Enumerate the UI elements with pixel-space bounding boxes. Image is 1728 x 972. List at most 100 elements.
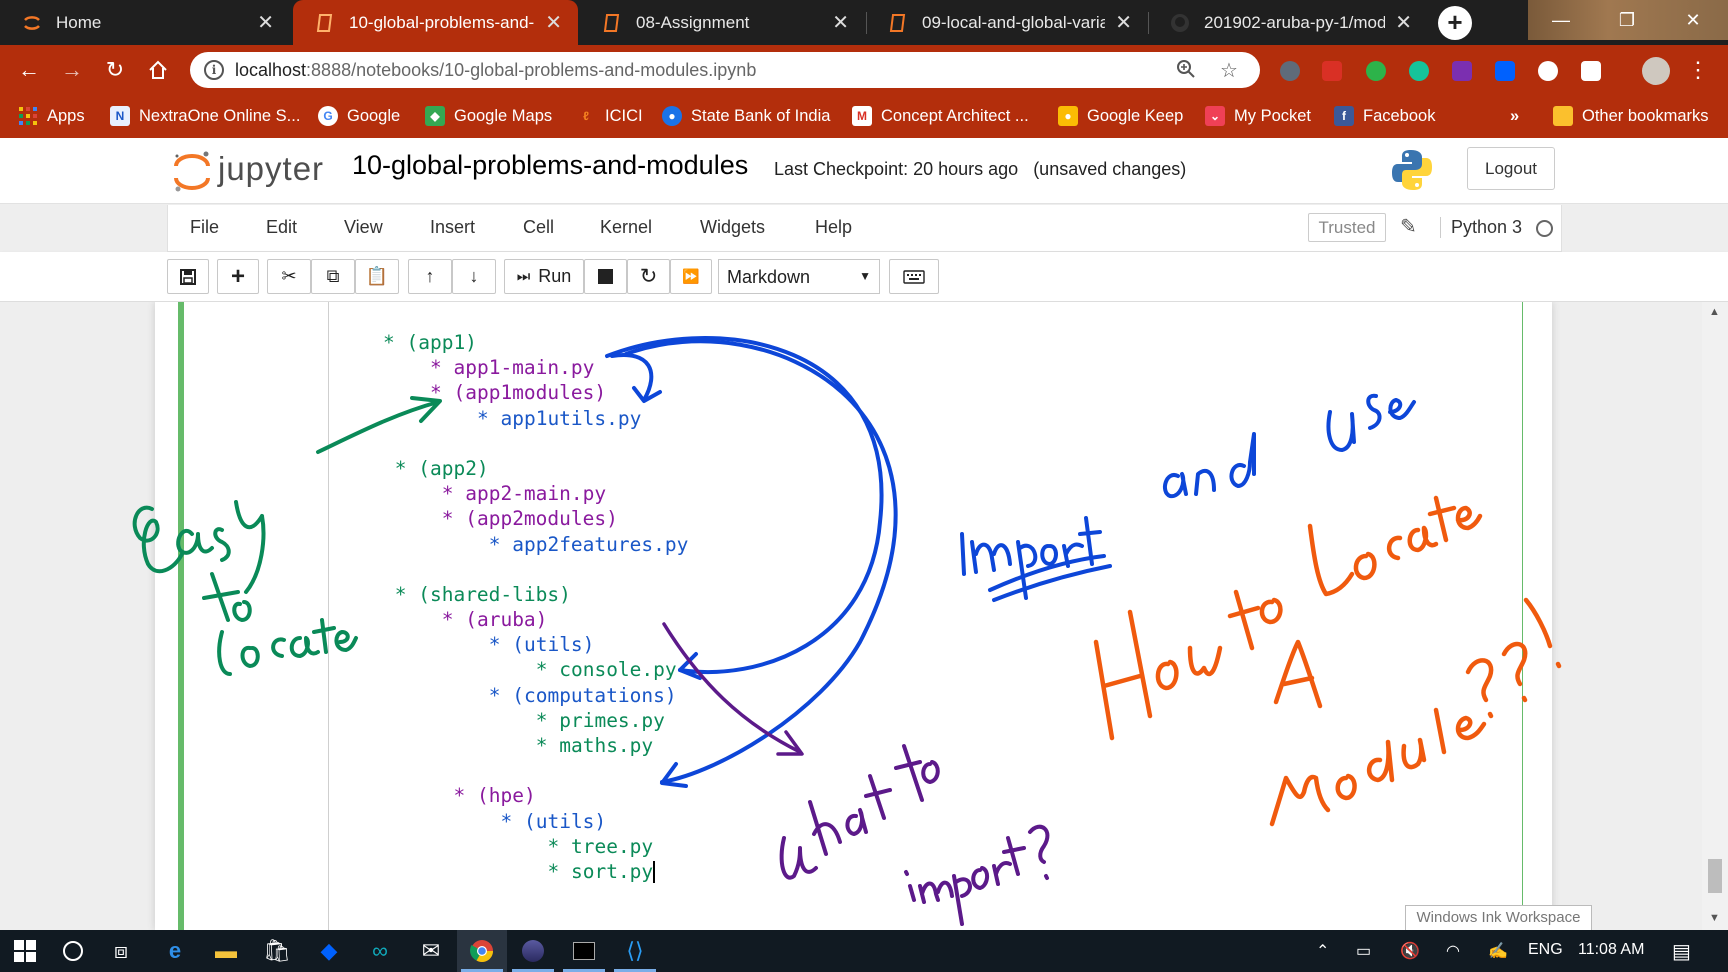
bookmark-facebook[interactable]: f Facebook [1334, 103, 1435, 129]
wifi-icon[interactable]: ◠ [1446, 941, 1460, 961]
notebook-name[interactable]: 10-global-problems-and-modules [352, 150, 748, 181]
url-text[interactable]: localhost:8888/notebooks/10-global-probl… [235, 60, 756, 81]
bookmark-icici[interactable]: ℓ ICICI [576, 103, 643, 129]
clock[interactable]: 11:08 AM [1578, 941, 1644, 959]
store-icon[interactable]: 🛍 [252, 930, 302, 972]
menu-edit[interactable]: Edit [266, 217, 297, 238]
tab-local-global[interactable]: 09-local-and-global-variables ✕ [866, 0, 1148, 45]
terminal-icon[interactable] [559, 930, 609, 972]
restart-run-all-button[interactable]: ⏩ [670, 259, 712, 294]
menu-help[interactable]: Help [815, 217, 852, 238]
scroll-down-icon[interactable]: ▼ [1709, 912, 1720, 924]
menu-view[interactable]: View [344, 217, 383, 238]
language-indicator[interactable]: ENG [1528, 941, 1563, 959]
window-controls: — ❐ ✕ [1528, 0, 1728, 40]
cut-button[interactable]: ✂ [267, 259, 311, 294]
grammarly-extension-icon[interactable] [1409, 61, 1429, 81]
new-tab-button[interactable]: + [1438, 6, 1472, 40]
move-down-button[interactable]: ↓ [452, 259, 496, 294]
restart-button[interactable]: ↻ [627, 259, 670, 294]
markdown-cell-editor[interactable]: * (app1) * app1-main.py * (app1modules) * a… [383, 330, 688, 884]
vertical-scrollbar[interactable]: ▲ ▼ [1702, 302, 1728, 930]
minimize-icon[interactable]: — [1528, 0, 1594, 40]
site-info-icon[interactable]: i [204, 60, 224, 80]
battery-icon[interactable]: ▭ [1356, 941, 1371, 961]
pencil-icon[interactable]: ✎ [1400, 214, 1417, 239]
command-palette-button[interactable] [889, 259, 939, 294]
pocket-extension-icon[interactable] [1581, 61, 1601, 81]
menu-cell[interactable]: Cell [523, 217, 554, 238]
chrome-menu-icon[interactable]: ⋮ [1683, 55, 1713, 85]
edge-icon[interactable]: e [150, 930, 200, 972]
bookmark-my-pocket[interactable]: ⌄ My Pocket [1205, 103, 1311, 129]
evernote-extension-icon[interactable] [1366, 61, 1386, 81]
gmail-extension-icon[interactable] [1322, 61, 1342, 81]
menu-file[interactable]: File [190, 217, 219, 238]
mail-icon[interactable]: ✉ [406, 930, 456, 972]
tray-overflow-icon[interactable]: ⌃ [1316, 941, 1329, 961]
move-up-button[interactable]: ↑ [408, 259, 452, 294]
volume-muted-icon[interactable]: 🔇 [1400, 941, 1420, 961]
interrupt-button[interactable] [584, 259, 627, 294]
forward-icon[interactable]: → [57, 55, 87, 85]
vscode-icon[interactable]: ⟨⟩ [610, 930, 660, 972]
chrome-icon[interactable] [457, 930, 507, 972]
zoom-icon[interactable] [1175, 58, 1197, 86]
bookmarks-overflow-button[interactable]: » [1510, 103, 1519, 129]
trusted-badge[interactable]: Trusted [1308, 213, 1386, 242]
back-icon[interactable]: ← [14, 55, 44, 85]
search-icon[interactable] [48, 930, 98, 972]
address-bar[interactable]: i localhost:8888/notebooks/10-global-pro… [190, 52, 1260, 88]
jupyter-logo[interactable]: jupyter [170, 146, 330, 196]
bookmark-sbi[interactable]: ● State Bank of India [662, 103, 830, 129]
menu-insert[interactable]: Insert [430, 217, 475, 238]
dropdown-caret-icon: ▼ [859, 269, 871, 283]
file-explorer-icon[interactable]: ▬ [201, 930, 251, 972]
close-icon[interactable]: ✕ [545, 10, 562, 35]
dropbox-icon[interactable]: ◆ [304, 930, 354, 972]
tab-notebook-active[interactable]: 10-global-problems-and-modules ✕ [293, 0, 578, 45]
bookmark-concept-architect[interactable]: M Concept Architect ... [852, 103, 1029, 129]
save-button[interactable] [167, 259, 209, 294]
dropbox-extension-icon[interactable] [1495, 61, 1515, 81]
reload-icon[interactable]: ↻ [100, 55, 130, 85]
profile-avatar[interactable] [1642, 57, 1670, 85]
kernel-name[interactable]: Python 3 [1440, 217, 1522, 238]
restore-icon[interactable]: ❐ [1594, 0, 1660, 40]
infinity-app-icon[interactable]: ∞ [355, 930, 405, 972]
bookmark-apps[interactable]: Apps [18, 103, 85, 129]
bookmark-star-icon[interactable]: ☆ [1220, 58, 1238, 83]
tab-home[interactable]: Home ✕ [0, 0, 290, 45]
scrollbar-thumb[interactable] [1708, 859, 1722, 893]
bookmark-google[interactable]: G Google [318, 103, 400, 129]
scroll-up-icon[interactable]: ▲ [1709, 306, 1720, 318]
paste-button[interactable]: 📋 [355, 259, 399, 294]
run-button[interactable]: ⏭ Run [504, 259, 584, 294]
onenote-extension-icon[interactable] [1452, 61, 1472, 81]
logout-button[interactable]: Logout [1467, 147, 1555, 190]
pen-workspace-icon[interactable]: ✍ [1488, 941, 1508, 961]
tab-github[interactable]: 201902-aruba-py-1/modules ✕ [1148, 0, 1428, 45]
copy-button[interactable]: ⧉ [311, 259, 355, 294]
extension-icon[interactable] [1280, 61, 1300, 81]
task-view-icon[interactable]: ⧈ [96, 930, 146, 972]
menu-kernel[interactable]: Kernel [600, 217, 652, 238]
bookmark-other[interactable]: Other bookmarks [1553, 103, 1709, 129]
home-icon[interactable] [143, 55, 173, 85]
bookmark-google-keep[interactable]: ● Google Keep [1058, 103, 1183, 129]
bookmark-google-maps[interactable]: ◆ Google Maps [425, 103, 552, 129]
bookmark-nextraone[interactable]: N NextraOne Online S... [110, 103, 300, 129]
media-app-icon[interactable] [508, 930, 558, 972]
tab-assignment[interactable]: 08-Assignment ✕ [580, 0, 865, 45]
close-icon[interactable]: ✕ [1395, 10, 1412, 35]
cell-type-select[interactable]: Markdown ▼ [718, 259, 880, 294]
close-icon[interactable]: ✕ [257, 10, 274, 35]
extension-icon[interactable] [1538, 61, 1558, 81]
insert-cell-button[interactable]: + [217, 259, 259, 294]
notification-center-icon[interactable]: ▤ [1672, 939, 1691, 964]
close-icon[interactable]: ✕ [1115, 10, 1132, 35]
menu-widgets[interactable]: Widgets [700, 217, 765, 238]
close-icon[interactable]: ✕ [832, 10, 849, 35]
windows-start-icon[interactable] [0, 930, 50, 972]
close-window-icon[interactable]: ✕ [1660, 0, 1726, 40]
